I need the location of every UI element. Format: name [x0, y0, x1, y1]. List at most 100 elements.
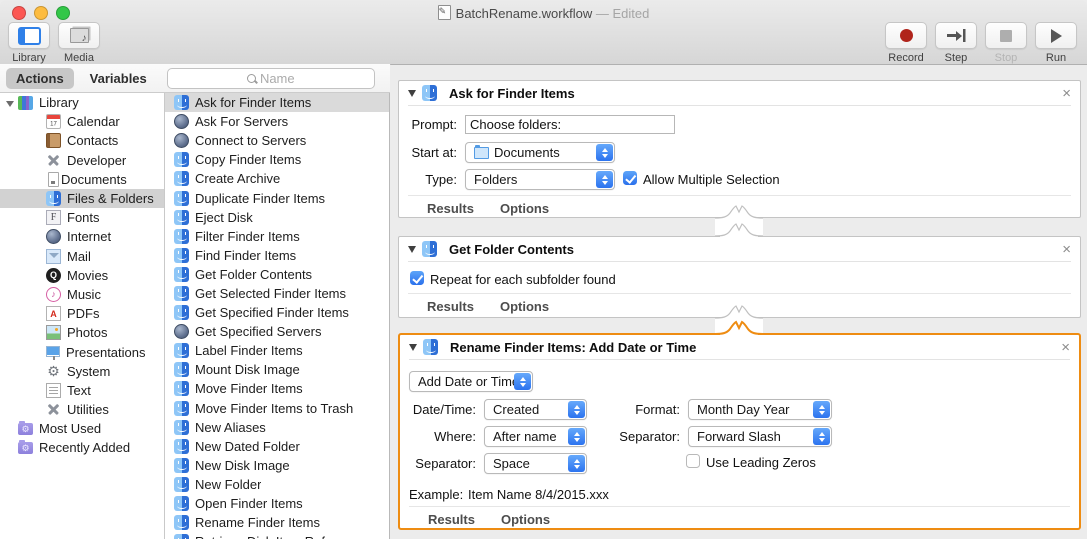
toolbar-button[interactable]: Stop: [985, 22, 1027, 64]
sidebar-item[interactable]: Utilities: [0, 400, 164, 419]
sidebar-item[interactable]: Presentations: [0, 342, 164, 361]
action-list-item[interactable]: Rename Finder Items: [165, 513, 389, 532]
action-list-item[interactable]: Move Finder Items to Trash: [165, 399, 389, 418]
finder-icon: [174, 343, 189, 358]
action-list-item[interactable]: Connect to Servers: [165, 131, 389, 150]
action-list-item[interactable]: Ask for Finder Items: [165, 93, 389, 112]
sidebar-item[interactable]: Music: [0, 285, 164, 304]
sidebar-item[interactable]: System: [0, 362, 164, 381]
prompt-field[interactable]: [465, 115, 675, 134]
sidebar-item[interactable]: Contacts: [0, 131, 164, 150]
sidebar-item[interactable]: Files & Folders: [0, 189, 164, 208]
sidebar-item[interactable]: Fonts: [0, 208, 164, 227]
options-link[interactable]: Options: [500, 201, 549, 216]
action-list-item[interactable]: Filter Finder Items: [165, 227, 389, 246]
sidebar-item[interactable]: Movies: [0, 266, 164, 285]
options-link[interactable]: Options: [501, 512, 550, 527]
separator-popup[interactable]: Space: [484, 453, 587, 474]
where-popup[interactable]: After name: [484, 426, 587, 447]
finder-icon: [174, 458, 189, 473]
action-list-item[interactable]: Get Folder Contents: [165, 265, 389, 284]
start-at-popup[interactable]: Documents: [465, 142, 615, 163]
action-list-item[interactable]: Ask For Servers: [165, 112, 389, 131]
toolbar-button[interactable]: Step: [935, 22, 977, 64]
sidebar-item[interactable]: Documents: [0, 170, 164, 189]
close-icon[interactable]: ×: [1061, 340, 1070, 355]
action-list-item[interactable]: Retrieve Disk Item References: [165, 532, 389, 539]
sidebar-item[interactable]: Developer: [0, 151, 164, 170]
prompt-label: Prompt:: [401, 117, 457, 132]
photos-icon: [46, 325, 61, 340]
action-list-item[interactable]: Get Selected Finder Items: [165, 284, 389, 303]
use-leading-zeros-checkbox[interactable]: [686, 454, 700, 468]
action-list-item[interactable]: Duplicate Finder Items: [165, 188, 389, 207]
library-sidebar: Library Calendar Contacts Developer Docu…: [0, 93, 165, 539]
results-link[interactable]: Results: [428, 512, 475, 527]
type-popup[interactable]: Folders: [465, 169, 615, 190]
toolbar-button[interactable]: Run: [1035, 22, 1077, 64]
sidebar-item[interactable]: Recently Added: [0, 438, 164, 457]
sidebar-item[interactable]: PDFs: [0, 304, 164, 323]
sidebar-item[interactable]: Calendar: [0, 112, 164, 131]
run-icon: [1051, 29, 1062, 43]
separator-label: Separator:: [404, 456, 476, 471]
use-leading-zeros-label: Use Leading Zeros: [706, 455, 816, 470]
action-list-item[interactable]: Create Archive: [165, 169, 389, 188]
action-list-item[interactable]: Eject Disk: [165, 208, 389, 227]
close-icon[interactable]: ×: [1062, 86, 1071, 101]
sidebar-item[interactable]: Library: [0, 93, 164, 112]
action-list-item[interactable]: New Folder: [165, 475, 389, 494]
action-list-item[interactable]: New Disk Image: [165, 456, 389, 475]
text-icon: [46, 383, 61, 398]
action-list-item[interactable]: Copy Finder Items: [165, 150, 389, 169]
toolbar-button[interactable]: Media: [58, 22, 100, 64]
action-list-item[interactable]: New Dated Folder: [165, 437, 389, 456]
separator2-popup[interactable]: Forward Slash: [688, 426, 832, 447]
action-list-item[interactable]: Get Specified Finder Items: [165, 303, 389, 322]
actions-list: Ask for Finder Items Ask For Servers Con…: [165, 93, 390, 539]
datetime-popup[interactable]: Created: [484, 399, 587, 420]
disclosure-triangle-icon[interactable]: [6, 95, 18, 110]
allow-multiple-selection-label: Allow Multiple Selection: [643, 172, 780, 187]
sidebar-item[interactable]: Mail: [0, 247, 164, 266]
example-value: Item Name 8/4/2015.xxx: [468, 487, 609, 502]
workflow-block-rename-finder-items: Rename Finder Items: Add Date or Time × …: [398, 333, 1081, 530]
repeat-subfolder-checkbox[interactable]: [410, 271, 424, 285]
action-list-item[interactable]: Find Finder Items: [165, 246, 389, 265]
action-list-item[interactable]: Open Finder Items: [165, 494, 389, 513]
sidebar-item[interactable]: Text: [0, 381, 164, 400]
action-list-item[interactable]: Move Finder Items: [165, 379, 389, 398]
rename-mode-popup[interactable]: Add Date or Time: [409, 371, 533, 392]
action-list-item[interactable]: Label Finder Items: [165, 341, 389, 360]
sidebar-item[interactable]: Photos: [0, 323, 164, 342]
fonts-icon: [46, 210, 61, 225]
finder-icon: [174, 515, 189, 530]
globe-icon: [46, 229, 61, 244]
repeat-subfolder-label: Repeat for each subfolder found: [430, 272, 616, 287]
options-link[interactable]: Options: [500, 299, 549, 314]
disclosure-triangle-icon[interactable]: [408, 246, 416, 253]
library-strip: Actions Variables Name: [0, 64, 391, 93]
disclosure-triangle-icon[interactable]: [409, 344, 417, 351]
start-at-label: Start at:: [401, 145, 457, 160]
tab-actions[interactable]: Actions: [6, 68, 74, 89]
tab-variables[interactable]: Variables: [80, 68, 157, 89]
sidebar-item[interactable]: Most Used: [0, 419, 164, 438]
format-popup[interactable]: Month Day Year: [688, 399, 832, 420]
action-list-item[interactable]: Mount Disk Image: [165, 360, 389, 379]
block-header: Ask for Finder Items ×: [399, 81, 1080, 105]
action-list-item[interactable]: New Aliases: [165, 418, 389, 437]
finder-icon: [174, 152, 189, 167]
disclosure-triangle-icon[interactable]: [408, 90, 416, 97]
results-link[interactable]: Results: [427, 299, 474, 314]
results-link[interactable]: Results: [427, 201, 474, 216]
toolbar-button[interactable]: Library: [8, 22, 50, 64]
sidebar-item[interactable]: Internet: [0, 227, 164, 246]
close-icon[interactable]: ×: [1062, 242, 1071, 257]
smartfolder-icon: [18, 442, 33, 454]
calendar-icon: [46, 114, 61, 129]
search-input[interactable]: Name: [167, 68, 375, 89]
toolbar-button[interactable]: Record: [885, 22, 927, 64]
action-list-item[interactable]: Get Specified Servers: [165, 322, 389, 341]
allow-multiple-selection-checkbox[interactable]: [623, 171, 637, 185]
